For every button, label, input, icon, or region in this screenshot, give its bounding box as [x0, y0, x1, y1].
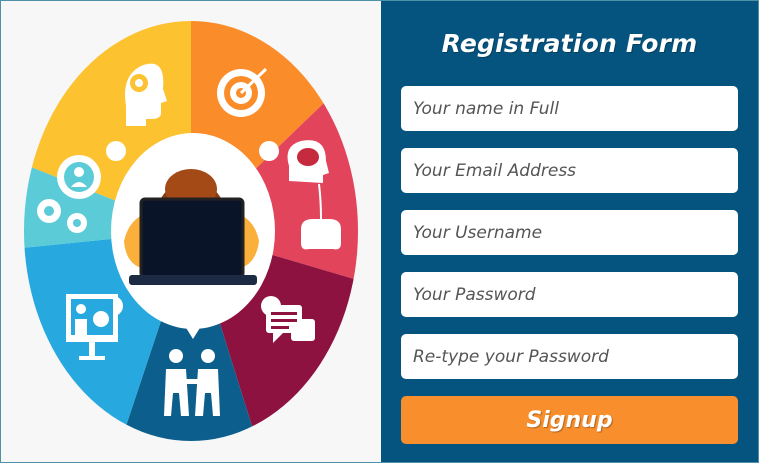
- registration-form-panel: Registration Form Signup: [381, 1, 758, 462]
- full-name-input[interactable]: [401, 86, 738, 131]
- illustration-panel: [1, 1, 381, 462]
- signup-button[interactable]: Signup: [401, 396, 738, 444]
- email-input[interactable]: [401, 148, 738, 193]
- password-input[interactable]: [401, 272, 738, 317]
- infographic-wheel: [24, 21, 358, 441]
- registration-page: Registration Form Signup: [0, 0, 759, 463]
- username-input[interactable]: [401, 210, 738, 255]
- retype-password-input[interactable]: [401, 334, 738, 379]
- form-title: Registration Form: [441, 29, 698, 58]
